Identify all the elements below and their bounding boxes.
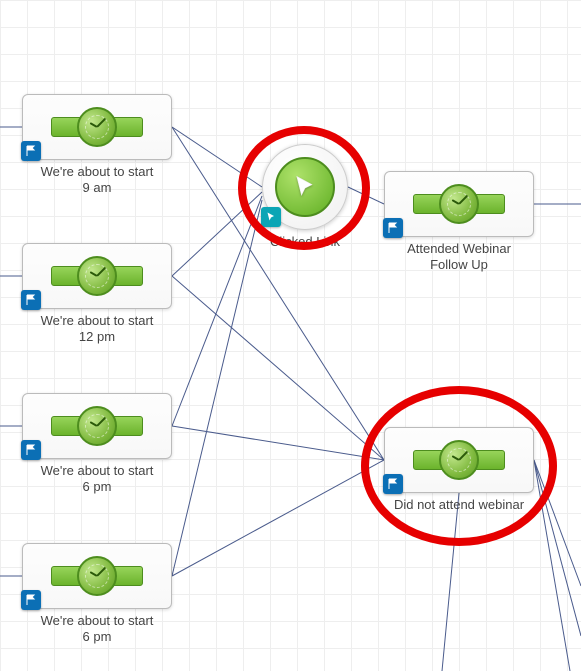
cursor-flag-icon [261, 207, 281, 227]
clock-icon [51, 556, 143, 596]
node-label: Attended Webinar Follow Up [384, 241, 534, 272]
node-label: We're about to start 12 pm [22, 313, 172, 344]
timer-node-box[interactable] [22, 243, 172, 309]
flag-icon [383, 474, 403, 494]
node-label: We're about to start 9 am [22, 164, 172, 195]
timer-node-box[interactable] [384, 427, 534, 493]
flag-icon [21, 290, 41, 310]
flag-icon [383, 218, 403, 238]
click-node-clicked-link[interactable]: Clicked Link [262, 144, 348, 250]
timer-node-attended[interactable]: Attended Webinar Follow Up [384, 171, 534, 272]
timer-node-box[interactable] [22, 94, 172, 160]
timer-node-6pm-b[interactable]: We're about to start 6 pm [22, 543, 172, 644]
click-node-circle[interactable] [262, 144, 348, 230]
clock-icon [413, 440, 505, 480]
flag-icon [21, 440, 41, 460]
timer-node-6pm-a[interactable]: We're about to start 6 pm [22, 393, 172, 494]
node-label: Did not attend webinar [384, 497, 534, 513]
timer-node-did-not-attend[interactable]: Did not attend webinar [384, 427, 534, 513]
cursor-icon [275, 157, 335, 217]
timer-node-box[interactable] [384, 171, 534, 237]
flag-icon [21, 141, 41, 161]
timer-node-12pm[interactable]: We're about to start 12 pm [22, 243, 172, 344]
node-label: Clicked Link [262, 234, 348, 250]
node-label: We're about to start 6 pm [22, 613, 172, 644]
timer-node-box[interactable] [22, 543, 172, 609]
flag-icon [21, 590, 41, 610]
timer-node-box[interactable] [22, 393, 172, 459]
clock-icon [51, 256, 143, 296]
clock-icon [51, 107, 143, 147]
timer-node-9am[interactable]: We're about to start 9 am [22, 94, 172, 195]
clock-icon [413, 184, 505, 224]
node-label: We're about to start 6 pm [22, 463, 172, 494]
clock-icon [51, 406, 143, 446]
